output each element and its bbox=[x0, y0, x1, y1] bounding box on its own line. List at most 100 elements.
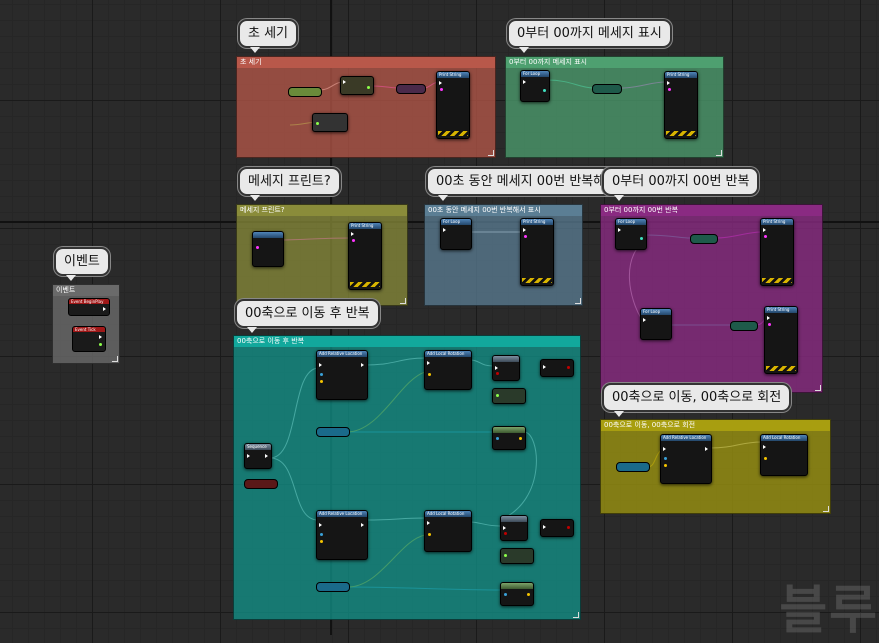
exec-pin[interactable] bbox=[763, 445, 766, 449]
component-reference-node[interactable] bbox=[616, 462, 650, 472]
object-pin[interactable] bbox=[496, 437, 499, 440]
exec-pin[interactable] bbox=[523, 228, 526, 232]
exec-pin[interactable] bbox=[99, 335, 102, 339]
add-local-rotation-node[interactable]: Add Local Rotation bbox=[424, 510, 472, 552]
vector-pin[interactable] bbox=[428, 373, 431, 376]
exec-pin[interactable] bbox=[543, 525, 546, 529]
string-pin[interactable] bbox=[256, 246, 259, 249]
for-loop-node[interactable]: For Loop bbox=[640, 308, 672, 340]
comment-bubble-events[interactable]: 이벤트 bbox=[54, 247, 110, 281]
get-location-node[interactable] bbox=[500, 582, 534, 606]
resize-grip[interactable] bbox=[575, 298, 581, 304]
add-relative-location-node[interactable]: Add Relative Location bbox=[316, 350, 368, 400]
resize-grip[interactable] bbox=[815, 385, 821, 391]
component-reference-node[interactable] bbox=[316, 427, 350, 437]
exec-pin[interactable] bbox=[427, 521, 430, 525]
bool-pin[interactable] bbox=[567, 526, 570, 529]
exec-pin[interactable] bbox=[343, 80, 346, 84]
bool-pin[interactable] bbox=[496, 372, 499, 375]
vector-pin[interactable] bbox=[320, 380, 323, 383]
exec-pin[interactable] bbox=[361, 363, 364, 367]
exec-pin[interactable] bbox=[443, 228, 446, 232]
vector-pin[interactable] bbox=[320, 540, 323, 543]
compare-node[interactable] bbox=[500, 548, 534, 564]
to-string-node[interactable] bbox=[690, 234, 718, 244]
float-pin[interactable] bbox=[367, 86, 370, 89]
exec-pin[interactable] bbox=[543, 365, 546, 369]
int-pin[interactable] bbox=[543, 89, 546, 92]
exec-pin[interactable] bbox=[503, 526, 506, 530]
branch-node[interactable] bbox=[492, 355, 520, 381]
comment-box-move-repeat[interactable]: 00축으로 이동 후 반복 bbox=[233, 335, 581, 620]
vector-pin[interactable] bbox=[527, 593, 530, 596]
exec-pin[interactable] bbox=[705, 447, 708, 451]
for-loop-node[interactable]: For Loop bbox=[520, 70, 550, 102]
exec-pin[interactable] bbox=[351, 232, 354, 236]
add-local-rotation-node[interactable]: Add Local Rotation bbox=[760, 434, 808, 476]
float-pin[interactable] bbox=[496, 394, 499, 397]
string-pin[interactable] bbox=[524, 235, 527, 238]
add-node[interactable] bbox=[312, 113, 348, 132]
comment-bubble-seconds[interactable]: 초 세기 bbox=[238, 19, 299, 53]
object-pin[interactable] bbox=[664, 457, 667, 460]
object-pin[interactable] bbox=[504, 593, 507, 596]
exec-pin[interactable] bbox=[361, 523, 364, 527]
print-string-node[interactable]: Print String bbox=[764, 306, 798, 374]
exec-pin[interactable] bbox=[523, 80, 526, 84]
exec-pin[interactable] bbox=[663, 447, 666, 451]
comment-bubble-repeat-count[interactable]: 0부터 00까지 00번 반복 bbox=[602, 167, 760, 201]
resize-grip[interactable] bbox=[716, 150, 722, 156]
exec-pin[interactable] bbox=[767, 316, 770, 320]
print-string-node[interactable]: Print String bbox=[436, 71, 470, 139]
to-string-node[interactable] bbox=[396, 84, 426, 94]
exec-pin[interactable] bbox=[495, 366, 498, 370]
string-pin[interactable] bbox=[440, 88, 443, 91]
compare-node[interactable] bbox=[492, 388, 526, 404]
vector-pin[interactable] bbox=[664, 464, 667, 467]
to-string-node[interactable] bbox=[730, 321, 758, 331]
add-local-rotation-node[interactable]: Add Local Rotation bbox=[424, 350, 472, 390]
string-pin[interactable] bbox=[764, 235, 767, 238]
to-string-node[interactable] bbox=[592, 84, 622, 94]
add-relative-location-node[interactable]: Add Relative Location bbox=[660, 434, 712, 484]
resize-grip[interactable] bbox=[400, 298, 406, 304]
exec-pin[interactable] bbox=[319, 523, 322, 527]
exec-pin[interactable] bbox=[427, 361, 430, 365]
exec-pin[interactable] bbox=[265, 454, 268, 458]
exec-pin[interactable] bbox=[439, 81, 442, 85]
bool-pin[interactable] bbox=[504, 532, 507, 535]
exec-pin[interactable] bbox=[618, 228, 621, 232]
comment-bubble-move-rotate[interactable]: 00축으로 이동, 00축으로 회전 bbox=[602, 383, 792, 417]
comment-bubble-print[interactable]: 메세지 프린트? bbox=[238, 167, 341, 201]
event-begin-play-node[interactable]: Event BeginPlay bbox=[68, 298, 110, 316]
exec-pin[interactable] bbox=[319, 363, 322, 367]
resize-grip[interactable] bbox=[823, 506, 829, 512]
string-pin[interactable] bbox=[352, 239, 355, 242]
string-pin[interactable] bbox=[668, 88, 671, 91]
get-location-node[interactable] bbox=[492, 426, 526, 450]
comment-bubble-move-repeat[interactable]: 00축으로 이동 후 반복 bbox=[235, 299, 380, 333]
print-string-node[interactable]: Print String bbox=[664, 71, 698, 139]
sequence-node[interactable]: Sequence bbox=[244, 443, 272, 469]
exec-pin[interactable] bbox=[103, 307, 106, 311]
exec-pin[interactable] bbox=[247, 454, 250, 458]
exec-pin[interactable] bbox=[667, 81, 670, 85]
float-variable-node[interactable] bbox=[288, 87, 322, 97]
comment-bubble-count[interactable]: 0부터 00까지 메세지 표시 bbox=[507, 19, 672, 53]
add-relative-location-node[interactable]: Add Relative Location bbox=[316, 510, 368, 560]
float-pin[interactable] bbox=[99, 343, 102, 346]
object-pin[interactable] bbox=[320, 373, 323, 376]
vector-pin[interactable] bbox=[428, 533, 431, 536]
component-reference-node[interactable] bbox=[316, 582, 350, 592]
print-string-node[interactable]: Print String bbox=[520, 218, 554, 286]
float-pin[interactable] bbox=[316, 122, 319, 125]
exec-pin[interactable] bbox=[643, 318, 646, 322]
float-pin[interactable] bbox=[504, 554, 507, 557]
set-node[interactable] bbox=[540, 519, 574, 537]
set-node[interactable] bbox=[540, 359, 574, 377]
math-node[interactable] bbox=[340, 76, 374, 95]
for-loop-node[interactable]: For Loop bbox=[440, 218, 472, 250]
exec-pin[interactable] bbox=[763, 228, 766, 232]
resize-grip[interactable] bbox=[573, 612, 579, 618]
bool-variable-node[interactable] bbox=[244, 479, 278, 489]
